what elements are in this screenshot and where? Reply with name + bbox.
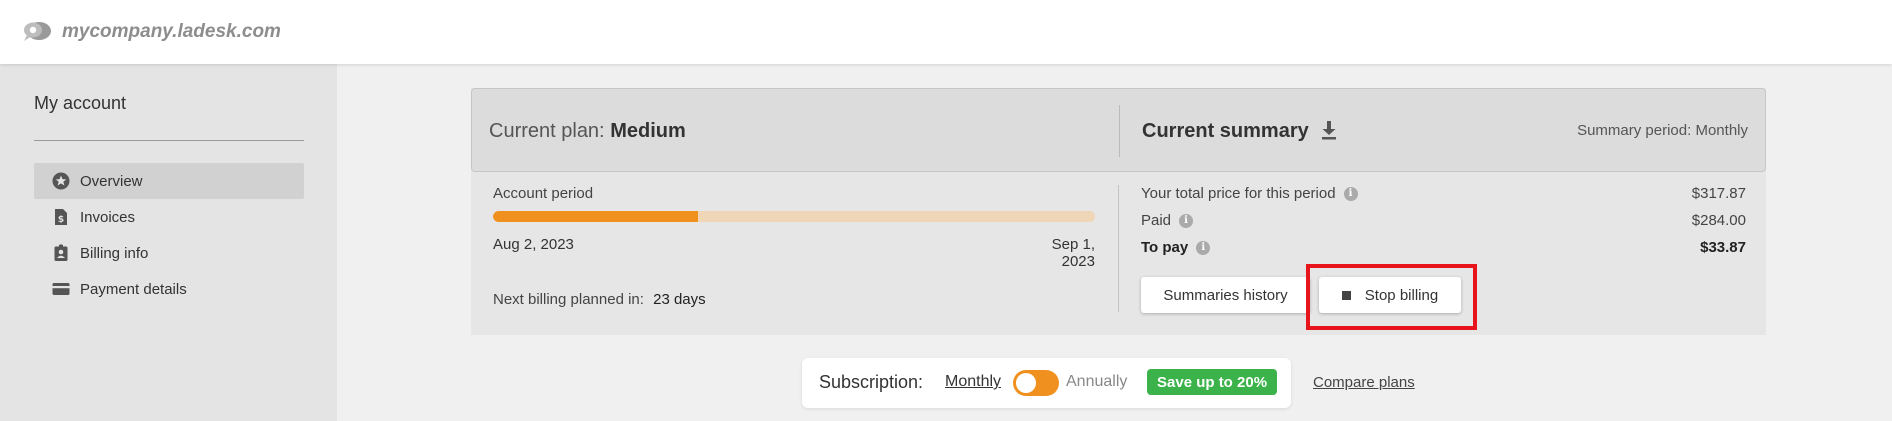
current-plan-label: Current plan: [489,120,605,142]
next-billing: Next billing planned in: 23 days [493,291,706,308]
account-period-progress [493,211,1095,222]
top-bar: mycompany.ladesk.com [0,0,1892,64]
sidebar-item-payment-details[interactable]: Payment details [34,271,304,307]
account-period-label: Account period [493,185,594,202]
chat-bubble-logo-icon [24,22,51,41]
sidebar-item-label: Overview [80,172,143,190]
summary-row-value: $284.00 [1691,212,1746,229]
info-icon[interactable]: i [1343,186,1358,201]
sidebar: My account Overview $ Invoices Billing i… [0,64,337,421]
next-billing-value: 23 days [653,291,706,308]
summary-row-total: Your total price for this period i $317.8… [1141,185,1746,205]
sidebar-divider [34,140,304,141]
summaries-history-button[interactable]: Summaries history [1141,277,1310,313]
period-start-date: Aug 2, 2023 [493,236,574,253]
info-icon[interactable]: i [1196,240,1211,255]
billing-card: Current plan: Medium Current summary Sum… [471,88,1766,335]
sidebar-item-invoices[interactable]: $ Invoices [34,199,304,235]
save-badge: Save up to 20% [1147,369,1278,395]
summary-row-paid: Paid i $284.00 [1141,212,1746,232]
current-plan: Current plan: Medium [489,120,686,143]
summary-row-to-pay: To pay i $33.87 [1141,239,1746,259]
summary-period: Summary period: Monthly [1577,122,1748,139]
card-header: Current plan: Medium Current summary Sum… [471,88,1766,172]
summary-row-label: Paid [1141,212,1172,229]
sidebar-item-overview[interactable]: Overview [34,163,304,199]
toggle-knob [1016,373,1036,393]
subscription-annually-option[interactable]: Annually [1066,373,1127,391]
credit-card-icon [52,283,70,295]
id-badge-icon [54,244,68,261]
invoice-dollar-icon: $ [55,209,67,225]
sidebar-item-label: Invoices [80,208,136,226]
summary-row-label: Your total price for this period [1141,185,1336,202]
progress-fill [493,211,698,222]
subscription-monthly-option[interactable]: Monthly [945,373,1001,391]
subscription-bar: Subscription: Monthly Annually Save up t… [802,358,1291,408]
star-badge-icon [52,172,70,190]
summary-title: Current summary [1142,120,1309,142]
summary-period-label: Summary period: [1577,122,1692,139]
sidebar-item-billing-info[interactable]: Billing info [34,235,304,271]
subscription-label: Subscription: [819,372,924,392]
compare-plans-link[interactable]: Compare plans [1313,374,1415,391]
header-divider [1119,105,1120,157]
sidebar-item-label: Payment details [80,280,187,298]
stop-billing-highlight-box [1306,264,1477,330]
download-icon[interactable] [1319,119,1339,141]
summary-row-value: $33.87 [1700,239,1746,256]
info-icon[interactable]: i [1179,213,1194,228]
body-divider [1118,185,1119,312]
summary-row-value: $317.87 [1691,185,1746,202]
sidebar-item-label: Billing info [80,244,149,262]
billing-cycle-toggle[interactable] [1013,370,1059,396]
current-plan-name: Medium [610,120,686,142]
next-billing-label: Next billing planned in: [493,291,644,308]
sidebar-title: My account [34,93,127,113]
summary-row-label: To pay [1141,239,1189,256]
period-end-date: Sep 1, 2023 [1051,236,1095,270]
domain-name: mycompany.ladesk.com [62,21,281,42]
svg-text:$: $ [58,215,64,225]
summary-period-value: Monthly [1695,122,1748,139]
